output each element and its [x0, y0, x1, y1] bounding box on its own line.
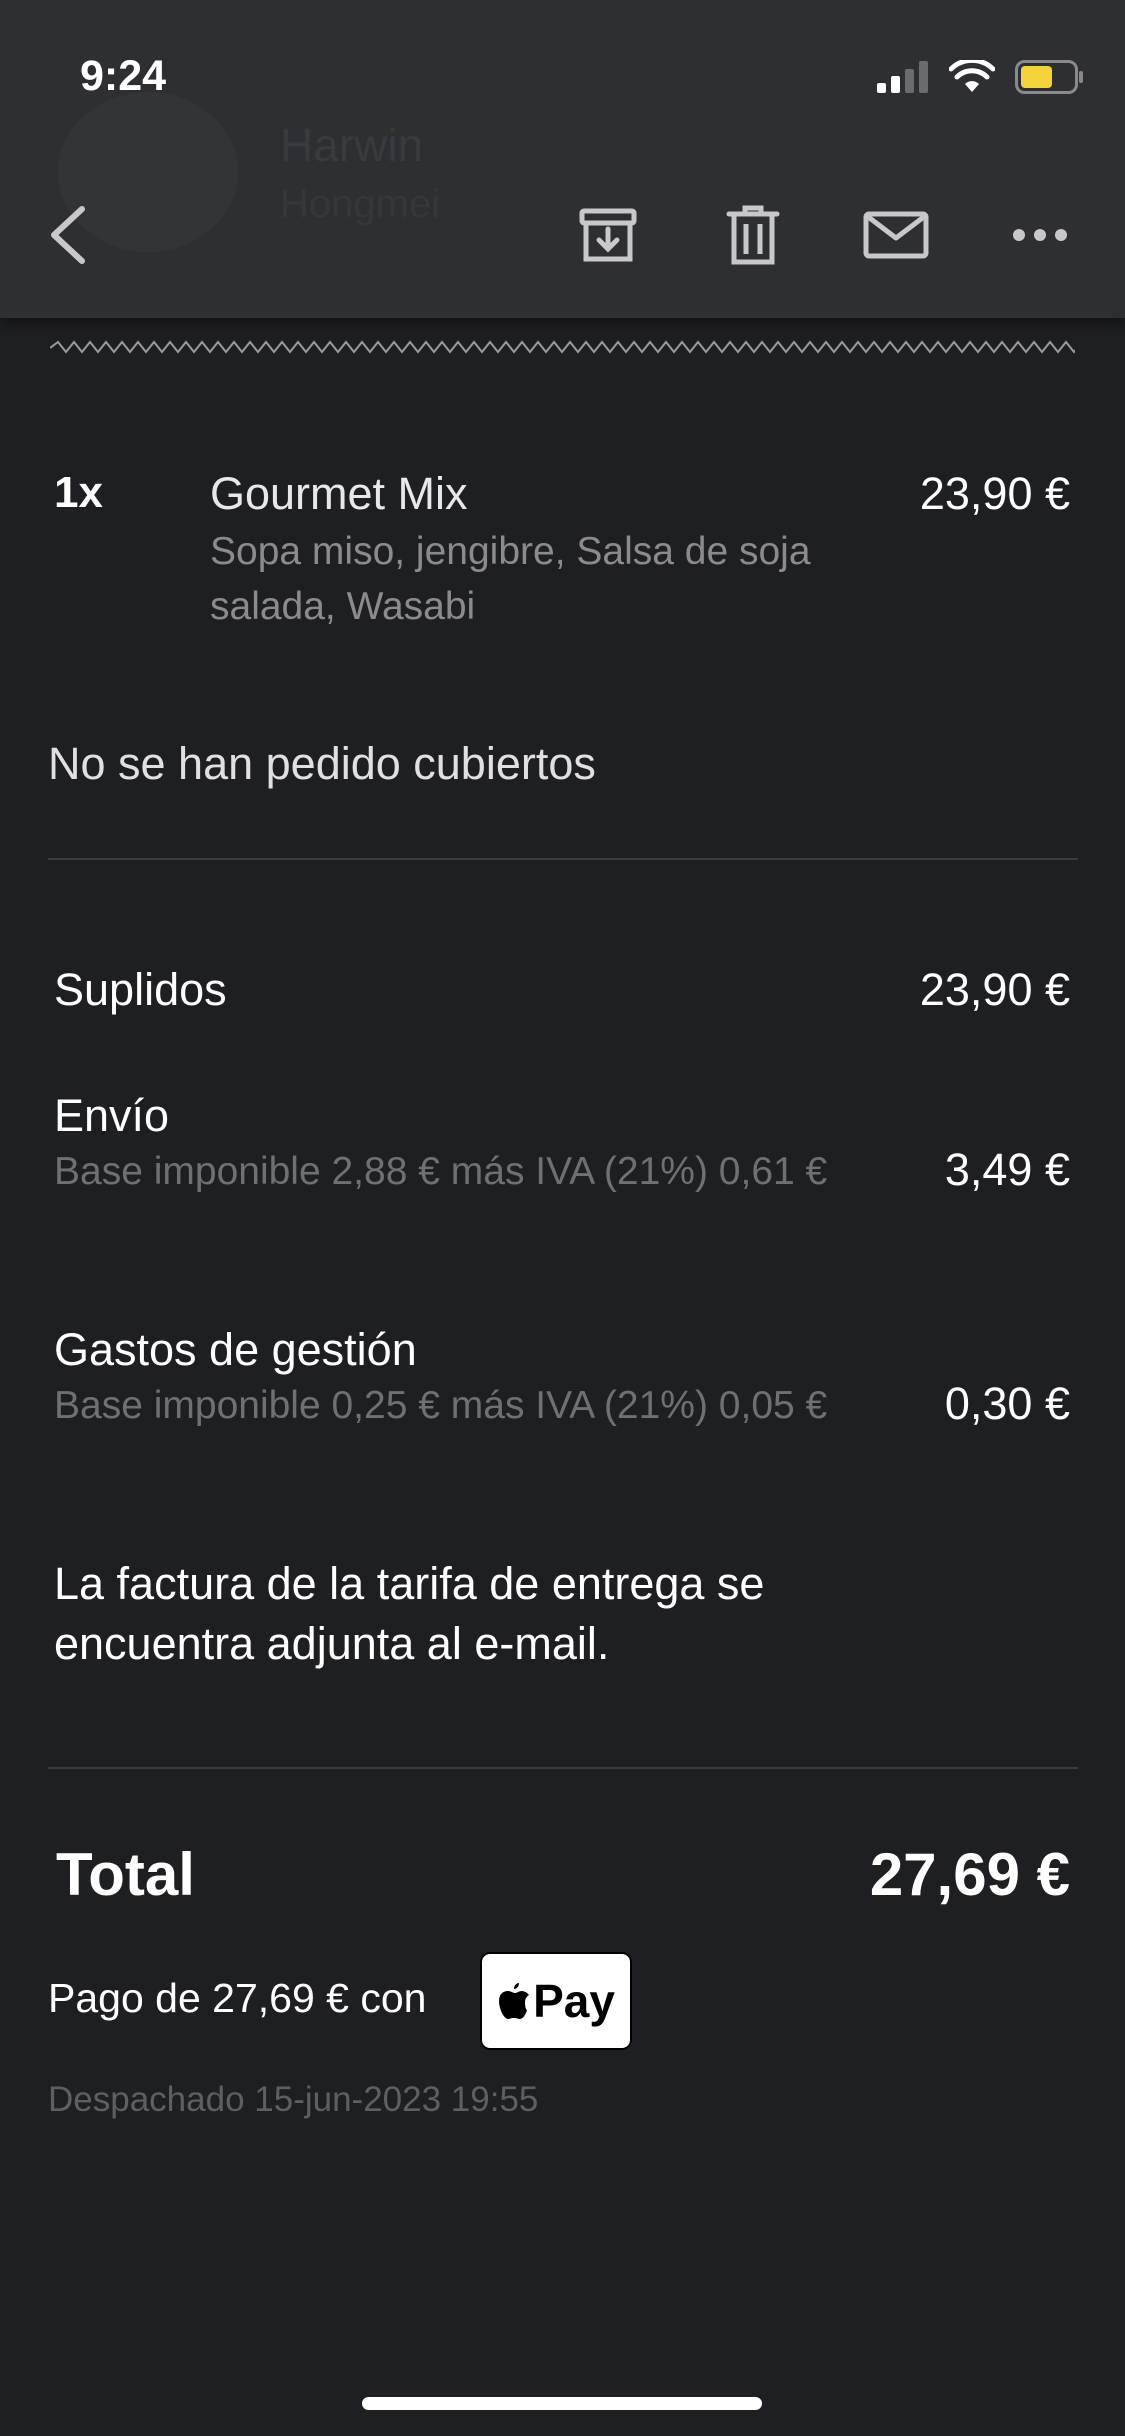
envio-label: Envío — [54, 1090, 170, 1141]
cellular-signal-icon — [877, 61, 928, 93]
home-indicator[interactable] — [362, 2397, 762, 2410]
cutlery-note: No se han pedido cubiertos — [48, 738, 596, 789]
sender-subtitle: Hongmei — [280, 182, 441, 226]
apple-pay-badge: Pay — [480, 1952, 632, 2050]
status-icons — [877, 60, 1085, 94]
divider — [48, 858, 1078, 860]
trash-icon — [726, 205, 780, 265]
item-name: Gourmet Mix — [210, 468, 468, 519]
archive-button[interactable] — [573, 200, 643, 270]
more-icon — [1013, 229, 1067, 241]
battery-icon — [1015, 60, 1083, 94]
item-price: 23,90 € — [919, 468, 1070, 519]
item-quantity: 1x — [54, 468, 103, 517]
payment-text: Pago de 27,69 € con — [48, 1975, 427, 2021]
divider — [48, 1767, 1078, 1769]
total-label: Total — [56, 1841, 195, 1908]
wifi-icon — [949, 60, 995, 92]
envio-detail: Base imponible 2,88 € más IVA (21%) 0,61… — [54, 1150, 828, 1193]
top-toolbar: Harwin Hongmei 9:24 — [0, 0, 1125, 318]
mail-icon — [863, 211, 929, 259]
status-time: 9:24 — [80, 52, 167, 100]
dispatched-timestamp: Despachado 15-jun-2023 19:55 — [48, 2080, 539, 2119]
back-icon — [51, 206, 85, 264]
gastos-label: Gastos de gestión — [54, 1324, 417, 1375]
gastos-detail: Base imponible 0,25 € más IVA (21%) 0,05… — [54, 1384, 828, 1427]
suplidos-value: 23,90 € — [919, 964, 1070, 1015]
total-value: 27,69 € — [869, 1841, 1070, 1908]
back-button[interactable] — [44, 205, 94, 265]
apple-pay-label: Pay — [533, 1975, 615, 2027]
item-description: Sopa miso, jengibre, Salsa de soja salad… — [210, 530, 811, 628]
archive-icon — [579, 208, 637, 262]
gastos-value: 0,30 € — [944, 1378, 1070, 1429]
torn-edge-divider — [50, 340, 1075, 354]
more-options-button[interactable] — [1005, 200, 1075, 270]
mark-unread-button[interactable] — [861, 200, 931, 270]
invoice-note: La factura de la tarifa de entrega se en… — [54, 1558, 765, 1669]
envio-value: 3,49 € — [944, 1144, 1070, 1195]
sender-name: Harwin — [280, 119, 424, 171]
apple-logo-icon — [499, 1983, 530, 2019]
delete-button[interactable] — [718, 200, 788, 270]
suplidos-label: Suplidos — [54, 964, 227, 1015]
